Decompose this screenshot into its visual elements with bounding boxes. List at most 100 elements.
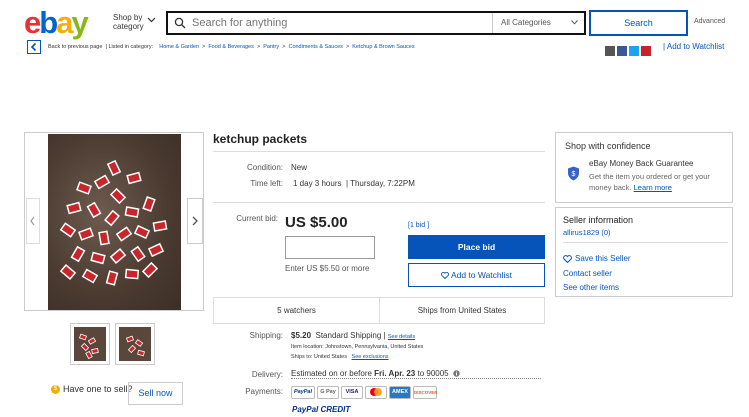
breadcrumb-separator: > [202, 44, 206, 50]
time-left-value: 1 day 3 hours | Thursday, 7:22PM [293, 179, 415, 188]
shop-with-confidence-box: Shop with confidence $ eBay Money Back G… [555, 132, 733, 203]
breadcrumb-home-garden[interactable]: Home & Garden [159, 44, 199, 50]
email-icon[interactable] [605, 45, 615, 56]
shipping-label: Shipping: [249, 331, 283, 340]
bid-count-link[interactable]: [1 bid ] [408, 222, 429, 229]
breadcrumb: Back to previous page | Listed in catego… [48, 44, 415, 50]
item-title: ketchup packets [213, 132, 308, 146]
see-other-items-link[interactable]: See other items [563, 283, 619, 292]
shop-by-line1: Shop by [113, 13, 143, 22]
delivery-suffix: to 90005 [417, 369, 449, 378]
payment-methods: PayPal G Pay VISA AMEX DISCOVER [291, 384, 439, 402]
visa-badge: VISA [341, 386, 363, 400]
delivery-estimate: Estimated on or before Fri. Apr. 23 to 9… [291, 369, 541, 379]
svg-text:$: $ [572, 171, 576, 178]
time-left-label: Time left: [250, 179, 283, 188]
confidence-title: Shop with confidence [565, 141, 651, 151]
heart-icon [440, 272, 449, 280]
search-input[interactable] [192, 13, 482, 33]
sell-now-button[interactable]: Sell now [128, 382, 183, 405]
seller-information-box: Seller information allirus1829 (0) Save … [555, 207, 733, 297]
dollar-icon: $ [51, 385, 60, 395]
divider [213, 151, 545, 152]
learn-more-link[interactable]: Learn more [634, 183, 672, 192]
breadcrumb-food-beverages[interactable]: Food & Beverages [208, 44, 254, 50]
condition-label: Condition: [246, 163, 283, 172]
breadcrumb-pantry[interactable]: Pantry [263, 44, 279, 50]
shipping-value: $5.20 Standard Shipping | See details [291, 331, 415, 340]
ships-to: Ships to: United States See exclusions [291, 354, 389, 360]
seller-info-title: Seller information [563, 215, 634, 225]
info-icon[interactable] [453, 370, 460, 378]
time-left-duration: 1 day 3 hours [293, 179, 342, 188]
watchers-shipping-strip: 5 watchers Ships from United States [213, 297, 545, 324]
current-bid-label: Current bid: [236, 214, 278, 223]
seller-name-link[interactable]: allirus1829 (0) [563, 228, 611, 237]
save-seller-link[interactable]: Save this Seller [563, 254, 631, 264]
listed-in-label: | Listed in category: [105, 44, 154, 50]
paypal-badge: PayPal [291, 386, 315, 400]
category-select[interactable]: All Categories [492, 13, 584, 33]
divider [563, 242, 728, 243]
ebay-logo[interactable]: ebay [24, 5, 89, 41]
thumbnail-image [74, 327, 106, 361]
have-one-to-sell: $ Have one to sell? [51, 384, 133, 395]
shop-by-category-button[interactable]: Shop by category [113, 13, 144, 31]
search-bar: All Categories [166, 11, 586, 35]
shipping-price: $5.20 [291, 331, 312, 340]
advanced-search-link[interactable]: Advanced [694, 18, 725, 25]
thumbnail-1[interactable] [70, 323, 110, 365]
next-image-button[interactable] [187, 198, 203, 244]
google-pay-badge: G Pay [317, 386, 339, 400]
sell-prompt: Have one to sell? [63, 384, 133, 394]
shield-icon: $ [568, 166, 579, 181]
thumbnail-2[interactable] [115, 323, 155, 365]
back-to-previous-link[interactable]: Back to previous page [48, 44, 102, 50]
breadcrumb-separator: > [345, 44, 350, 50]
breadcrumb-ketchup-brown-sauces[interactable]: Ketchup & Brown Sauces [352, 44, 414, 50]
payments-label: Payments: [245, 387, 283, 396]
contact-seller-link[interactable]: Contact seller [563, 269, 612, 278]
pinterest-icon[interactable] [641, 45, 651, 56]
chevron-down-icon[interactable] [147, 17, 156, 23]
breadcrumb-separator: > [256, 44, 261, 50]
search-icon [174, 17, 186, 29]
place-bid-button[interactable]: Place bid [408, 235, 545, 259]
breadcrumb-condiments-sauces[interactable]: Condiments & Sauces [288, 44, 342, 50]
twitter-icon[interactable] [629, 45, 639, 56]
money-back-guarantee-text: Get the item you ordered or get your mon… [589, 171, 729, 193]
condition-value: New [291, 163, 308, 172]
save-seller-label: Save this Seller [575, 254, 631, 263]
product-image[interactable] [48, 134, 181, 310]
facebook-icon[interactable] [617, 45, 627, 56]
bid-hint: Enter US $5.50 or more [285, 264, 370, 273]
see-details-link[interactable]: See details [388, 334, 415, 340]
shop-by-line2: category [113, 22, 144, 31]
current-bid-price: US $5.00 [285, 214, 348, 231]
chevron-left-icon [30, 216, 35, 226]
item-location: Item location: Johnstown, Pennsylvania, … [291, 344, 424, 350]
thumbnail-image [119, 327, 151, 361]
see-exclusions-link[interactable]: See exclusions [352, 354, 389, 360]
category-select-value: All Categories [501, 18, 551, 27]
search-button[interactable]: Search [589, 10, 688, 36]
ships-to-text: Ships to: United States [291, 354, 347, 360]
delivery-prefix: Estimated on or before [291, 369, 372, 378]
add-to-watchlist-link[interactable]: | Add to Watchlist [663, 42, 724, 51]
logo-letter-b: b [39, 5, 58, 40]
divider [213, 202, 545, 203]
shipping-method: Standard Shipping | [315, 331, 386, 340]
bid-amount-input[interactable] [285, 236, 375, 259]
mastercard-icon [370, 388, 382, 397]
watchers-count: 5 watchers [277, 306, 316, 315]
add-to-watchlist-label: Add to Watchlist [450, 270, 513, 280]
discover-badge: DISCOVER [413, 386, 438, 400]
ketchup-packets-photo [59, 159, 168, 286]
chevron-right-icon [192, 216, 198, 226]
breadcrumb-separator: > [282, 44, 286, 50]
add-to-watchlist-button[interactable]: Add to Watchlist [408, 263, 545, 287]
previous-image-button[interactable] [26, 198, 40, 244]
back-button[interactable] [27, 40, 41, 54]
delivery-label: Delivery: [251, 370, 283, 379]
mastercard-badge [365, 386, 387, 400]
